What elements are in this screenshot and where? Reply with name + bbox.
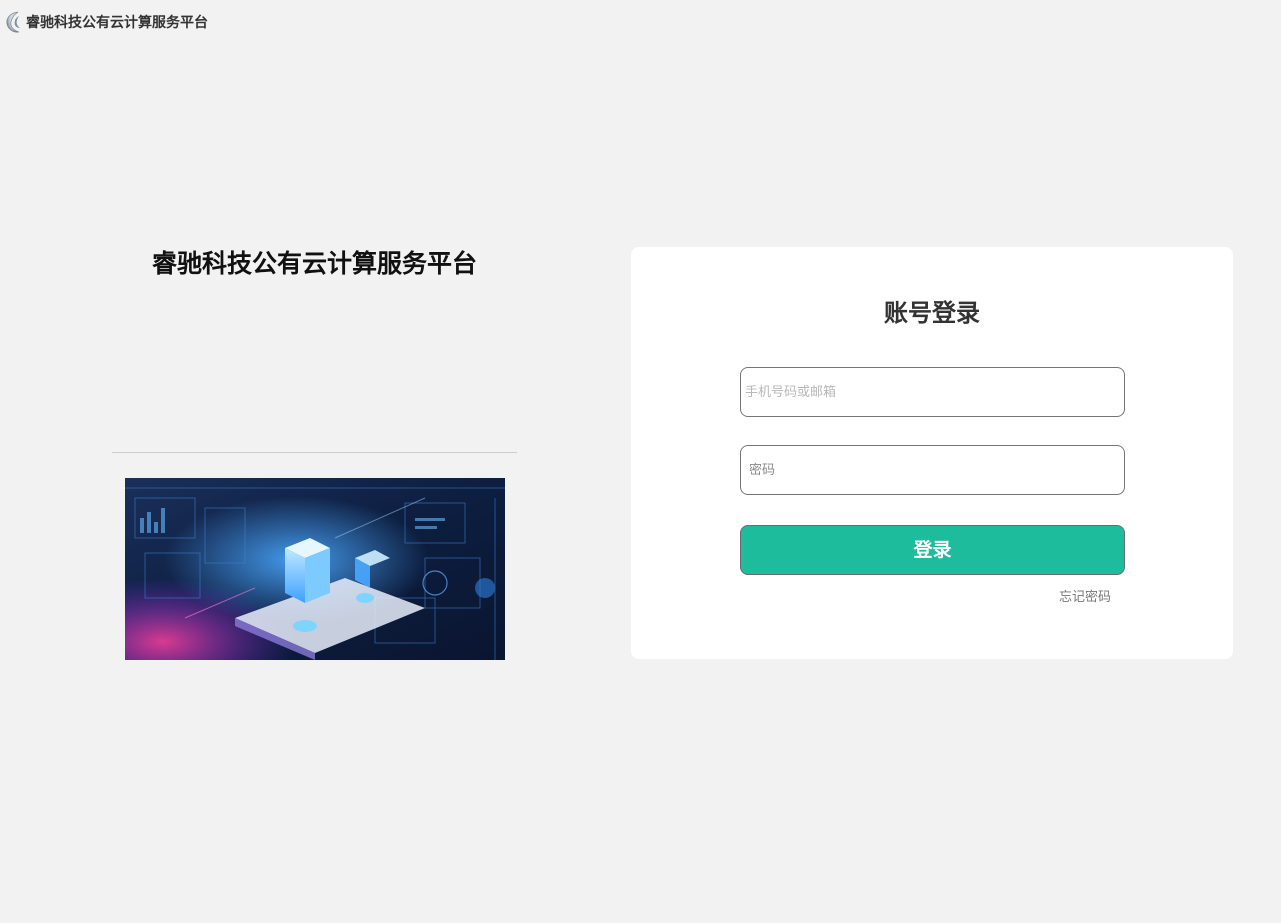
- login-title: 账号登录: [884, 299, 980, 327]
- platform-title: 睿驰科技公有云计算服务平台: [151, 249, 477, 278]
- hero-illustration: [125, 478, 505, 660]
- login-card: 账号登录 登录 忘记密码: [631, 247, 1233, 659]
- password-input[interactable]: [740, 445, 1125, 495]
- logo-icon: [4, 10, 24, 34]
- username-input[interactable]: [740, 367, 1125, 417]
- forgot-password-link[interactable]: 忘记密码: [1059, 586, 1111, 605]
- login-button[interactable]: 登录: [740, 525, 1125, 575]
- divider: [112, 452, 517, 453]
- brand-name: 睿驰科技公有云计算服务平台: [26, 15, 208, 31]
- top-brand-bar: 睿驰科技公有云计算服务平台: [4, 8, 208, 36]
